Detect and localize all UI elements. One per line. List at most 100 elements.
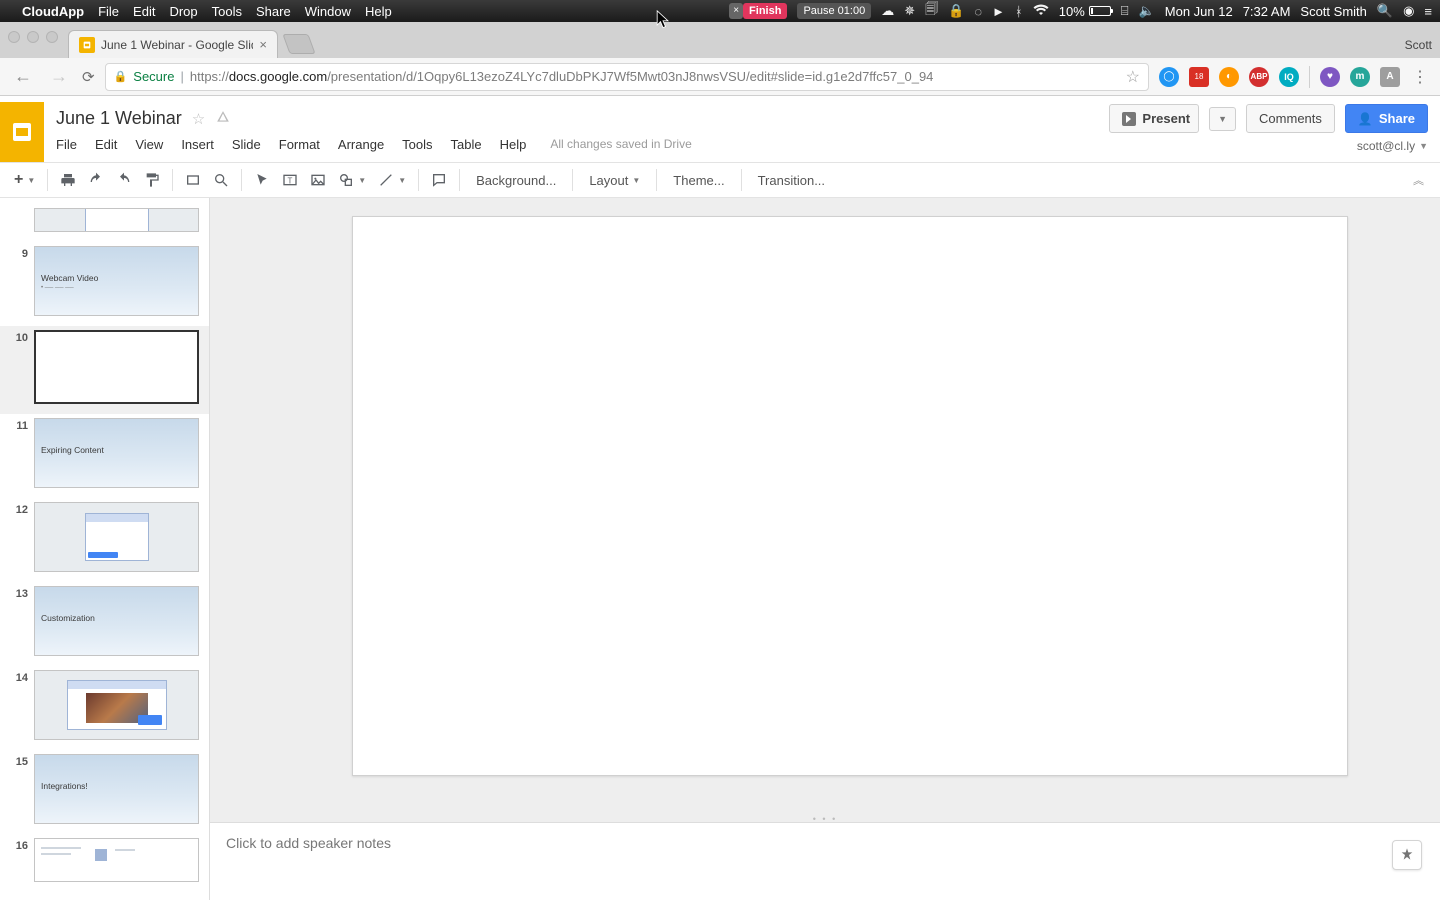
sync-icon[interactable]: ◌ — [974, 4, 982, 19]
menu-file[interactable]: File — [56, 137, 77, 152]
play-icon — [1122, 112, 1136, 126]
address-bar[interactable]: 🔒 Secure | https://docs.google.com/prese… — [105, 63, 1149, 91]
print-button[interactable] — [54, 168, 82, 192]
extension-iq-icon[interactable]: IQ — [1279, 67, 1299, 87]
zoom-fit-button[interactable] — [179, 168, 207, 192]
volume-icon[interactable]: 🔈 — [1139, 3, 1155, 19]
extension-m-icon[interactable]: m — [1350, 67, 1370, 87]
comment-insert-button[interactable] — [425, 168, 453, 192]
thumb-row[interactable]: 13 Customization — [0, 582, 209, 666]
extension-a-icon[interactable]: A — [1380, 67, 1400, 87]
line-tool[interactable]: ▼ — [372, 168, 412, 192]
new-tab-button[interactable] — [282, 34, 315, 54]
recording-close-button[interactable]: × — [729, 3, 743, 19]
clipboard-icon[interactable]: 🗐 — [925, 0, 938, 22]
browser-menu-icon[interactable]: ⋮ — [1410, 67, 1430, 87]
menubar-date[interactable]: Mon Jun 12 — [1165, 4, 1233, 19]
slide-canvas[interactable] — [352, 216, 1348, 776]
active-app-name[interactable]: CloudApp — [22, 4, 84, 19]
os-menu-edit[interactable]: Edit — [133, 4, 155, 19]
extension-calendar-icon[interactable]: 18 — [1189, 67, 1209, 87]
present-button[interactable]: Present — [1109, 104, 1199, 133]
present-options-button[interactable]: ▼ — [1209, 107, 1236, 131]
slack-status-icon[interactable]: ✵ — [904, 3, 915, 19]
canvas-viewport[interactable] — [210, 198, 1440, 816]
transition-button[interactable]: Transition... — [748, 169, 835, 192]
select-tool[interactable] — [248, 168, 276, 192]
traffic-light-zoom[interactable] — [46, 31, 58, 43]
thumb-row[interactable]: 9 Webcam Video ── ── ── — [0, 242, 209, 326]
menu-format[interactable]: Format — [279, 137, 320, 152]
theme-button[interactable]: Theme... — [663, 169, 734, 192]
background-button[interactable]: Background... — [466, 169, 566, 192]
undo-button[interactable] — [82, 168, 110, 192]
slides-brand-icon[interactable] — [0, 102, 44, 162]
notification-center-icon[interactable]: ≡ — [1424, 4, 1432, 19]
shape-tool[interactable]: ▼ — [332, 168, 372, 192]
cloud-icon[interactable]: ☁︎ — [881, 3, 894, 19]
speaker-notes[interactable]: Click to add speaker notes — [210, 822, 1440, 900]
collapse-toolbar-icon[interactable]: ︽ — [1405, 168, 1432, 192]
spotlight-icon[interactable]: 🔍 — [1377, 3, 1393, 19]
lock-icon[interactable]: 🔒 — [948, 3, 964, 19]
menubar-user[interactable]: Scott Smith — [1300, 4, 1366, 19]
os-menu-window[interactable]: Window — [305, 4, 351, 19]
battery-status[interactable]: 10% — [1059, 4, 1111, 19]
os-menu-tools[interactable]: Tools — [212, 4, 242, 19]
airplay-icon[interactable]: ⌸ — [1121, 3, 1129, 19]
layout-button[interactable]: Layout▼ — [579, 169, 650, 192]
os-menu-help[interactable]: Help — [365, 4, 392, 19]
thumb-row-selected[interactable]: 10 — [0, 326, 209, 414]
recording-finish-button[interactable]: Finish — [743, 3, 787, 19]
extension-zoom-icon[interactable]: ◯ — [1159, 67, 1179, 87]
extension-purple-icon[interactable]: ♥ — [1320, 67, 1340, 87]
bluetooth-icon[interactable]: ᚼ — [1015, 4, 1023, 19]
menu-table[interactable]: Table — [451, 137, 482, 152]
menu-view[interactable]: View — [135, 137, 163, 152]
new-slide-button[interactable]: +▼ — [8, 167, 41, 193]
document-title[interactable]: June 1 Webinar — [56, 108, 182, 129]
tab-close-icon[interactable]: × — [259, 37, 267, 52]
thumb-row[interactable]: 11 Expiring Content — [0, 414, 209, 498]
thumb-row[interactable]: 16 — [0, 834, 209, 892]
menu-tools[interactable]: Tools — [402, 137, 432, 152]
paint-format-button[interactable] — [138, 168, 166, 192]
recording-pause-timer[interactable]: Pause 01:00 — [797, 3, 871, 19]
browser-tab[interactable]: June 1 Webinar - Google Slide × — [68, 30, 278, 58]
browser-profile-label[interactable]: Scott — [1405, 38, 1432, 52]
menu-insert[interactable]: Insert — [181, 137, 214, 152]
menu-edit[interactable]: Edit — [95, 137, 117, 152]
siri-icon[interactable]: ◉ — [1403, 3, 1414, 19]
menu-arrange[interactable]: Arrange — [338, 137, 384, 152]
nav-reload-button[interactable]: ⟳ — [82, 68, 95, 86]
move-to-drive-icon[interactable] — [215, 110, 231, 128]
thumb-row[interactable] — [0, 204, 209, 242]
zoom-button[interactable] — [207, 168, 235, 192]
bookmark-star-icon[interactable]: ☆ — [1126, 67, 1140, 87]
redo-button[interactable] — [110, 168, 138, 192]
app-status-icon[interactable]: ► — [992, 4, 1005, 19]
os-menu-drop[interactable]: Drop — [169, 4, 197, 19]
traffic-light-minimize[interactable] — [27, 31, 39, 43]
thumb-row[interactable]: 15 Integrations! — [0, 750, 209, 834]
nav-back-button[interactable]: ← — [10, 66, 36, 87]
explore-button[interactable] — [1392, 840, 1422, 870]
slide-thumbnail-panel[interactable]: 9 Webcam Video ── ── ── 10 11 Expiring C… — [0, 198, 210, 900]
os-menu-share[interactable]: Share — [256, 4, 291, 19]
extension-postman-icon[interactable]: ◐ — [1219, 67, 1239, 87]
comments-button[interactable]: Comments — [1246, 104, 1335, 133]
menu-slide[interactable]: Slide — [232, 137, 261, 152]
traffic-light-close[interactable] — [8, 31, 20, 43]
account-email[interactable]: scott@cl.ly▼ — [1357, 139, 1428, 153]
menubar-time[interactable]: 7:32 AM — [1243, 4, 1291, 19]
star-document-icon[interactable]: ☆ — [192, 110, 205, 128]
textbox-tool[interactable]: T — [276, 168, 304, 192]
wifi-icon[interactable] — [1033, 4, 1049, 19]
share-button[interactable]: 👤 Share — [1345, 104, 1428, 133]
thumb-row[interactable]: 14 — [0, 666, 209, 750]
thumb-row[interactable]: 12 — [0, 498, 209, 582]
extension-abp-icon[interactable]: ABP — [1249, 67, 1269, 87]
menu-help[interactable]: Help — [500, 137, 527, 152]
os-menu-file[interactable]: File — [98, 4, 119, 19]
image-tool[interactable] — [304, 168, 332, 192]
